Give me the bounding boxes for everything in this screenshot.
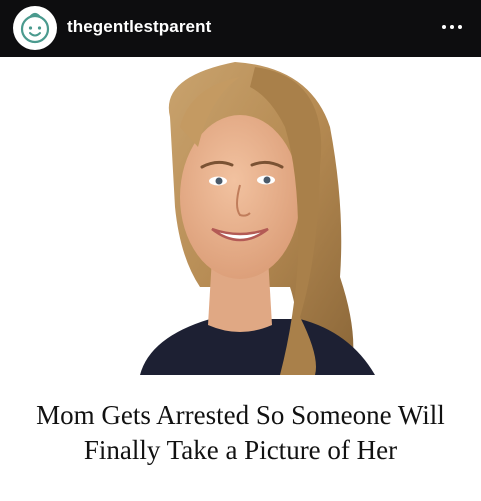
post-header: thegentlestparent [0,0,481,57]
profile-avatar[interactable] [13,6,57,50]
ellipsis-icon [442,25,446,29]
baby-face-icon [20,12,50,44]
account-username[interactable]: thegentlestparent [67,17,211,37]
ellipsis-dot [450,25,454,29]
post-photo[interactable] [0,57,481,375]
post-headline: Mom Gets Arrested So Someone Will Finall… [0,398,481,468]
headline-line-2: Finally Take a Picture of Her [83,435,398,465]
woman-portrait-image [0,57,481,375]
ellipsis-dot [458,25,462,29]
more-options-button[interactable] [435,14,469,40]
headline-line-1: Mom Gets Arrested So Someone Will [36,400,445,430]
